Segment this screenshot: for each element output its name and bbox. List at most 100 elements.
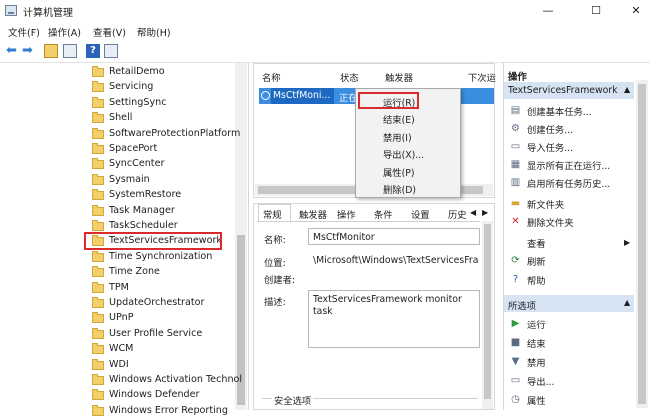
tree-item[interactable]: SyncCenter bbox=[92, 157, 242, 172]
tab-history[interactable]: 历史 bbox=[448, 207, 467, 221]
tab-scroll-right-icon[interactable]: ▶ bbox=[482, 208, 488, 217]
menu-help[interactable]: 帮助(H) bbox=[137, 25, 171, 39]
column-header-status[interactable]: 状态 bbox=[340, 70, 359, 84]
folder-icon bbox=[92, 312, 104, 324]
folder-icon bbox=[92, 189, 104, 201]
context-menu-item[interactable]: 结束(E) bbox=[383, 112, 415, 126]
action-item[interactable]: 创建任务... bbox=[527, 122, 573, 136]
tree-item[interactable]: WCM bbox=[92, 342, 242, 357]
tree-item-label: TPM bbox=[109, 281, 129, 293]
column-header-next-run[interactable]: 下次运 bbox=[468, 70, 496, 84]
folder-icon bbox=[92, 158, 104, 170]
tree-item[interactable]: RetailDemo bbox=[92, 65, 242, 80]
menu-file[interactable]: 文件(F) bbox=[8, 25, 40, 39]
help-icon: ? bbox=[512, 274, 519, 285]
tab-general[interactable]: 常规 bbox=[263, 207, 282, 221]
selected-action-item[interactable]: 属性 bbox=[527, 393, 546, 407]
maximize-button[interactable]: ☐ bbox=[584, 2, 608, 19]
tree-item[interactable]: Sysmain bbox=[92, 173, 242, 188]
tree-item[interactable]: SettingSync bbox=[92, 96, 242, 111]
selected-action-item[interactable]: 结束 bbox=[527, 336, 546, 350]
description-field[interactable]: TextServicesFramework monitor task bbox=[308, 290, 480, 348]
collapse-section-icon[interactable]: ▲ bbox=[624, 85, 630, 94]
tab-actions[interactable]: 操作 bbox=[337, 207, 356, 221]
selected-action-item[interactable]: 导出... bbox=[527, 374, 554, 388]
folder-icon bbox=[92, 66, 104, 77]
folder-icon bbox=[92, 112, 104, 124]
tree-item[interactable]: Windows Defender bbox=[92, 388, 242, 403]
export-icon: ▭ bbox=[510, 375, 521, 386]
details-scroll-thumb[interactable] bbox=[484, 224, 491, 399]
column-header-trigger[interactable]: 触发器 bbox=[385, 70, 413, 84]
show-hide-tree-icon[interactable] bbox=[63, 44, 77, 58]
tree-item[interactable]: Windows Activation Technol bbox=[92, 373, 242, 388]
action-item[interactable]: 新文件夹 bbox=[527, 197, 564, 211]
author-label: 创建者: bbox=[264, 275, 296, 286]
import-icon: ▭ bbox=[510, 141, 521, 152]
action-item[interactable]: 删除文件夹 bbox=[527, 215, 574, 229]
folder-icon bbox=[92, 358, 104, 370]
folder-icon: ▬ bbox=[510, 198, 521, 209]
help-icon[interactable]: ? bbox=[86, 44, 100, 58]
tree-item-label: Time Synchronization bbox=[109, 250, 213, 262]
tree-item[interactable]: Time Synchronization bbox=[92, 250, 242, 265]
security-options-label: 安全选项 bbox=[272, 393, 314, 407]
menu-action[interactable]: 操作(A) bbox=[48, 25, 81, 39]
tree-item-label: Servicing bbox=[109, 81, 154, 93]
column-header-name[interactable]: 名称 bbox=[262, 70, 281, 84]
tree-item[interactable]: TPM bbox=[92, 281, 242, 296]
running-icon: ▦ bbox=[510, 159, 521, 170]
action-item[interactable]: 创建基本任务... bbox=[527, 104, 592, 118]
context-menu-item[interactable]: 删除(D) bbox=[383, 182, 416, 196]
tab-settings[interactable]: 设置 bbox=[411, 207, 430, 221]
back-arrow-icon[interactable]: ⬅ bbox=[6, 44, 20, 58]
collapse-selected-icon[interactable]: ▲ bbox=[624, 298, 630, 307]
tree-item[interactable]: WDI bbox=[92, 358, 242, 373]
description-label: 描述: bbox=[264, 297, 286, 308]
tree-item[interactable]: Time Zone bbox=[92, 265, 242, 280]
action-item[interactable]: 导入任务... bbox=[527, 140, 573, 154]
tab-scroll-left-icon[interactable]: ◀ bbox=[470, 208, 476, 217]
context-menu-item[interactable]: 属性(P) bbox=[383, 165, 414, 179]
actions-section-folder-title: TextServicesFramework bbox=[508, 85, 618, 96]
tree-item[interactable]: Task Manager bbox=[92, 204, 242, 219]
context-menu-item[interactable]: 导出(X)... bbox=[383, 147, 424, 161]
history-icon: ▥ bbox=[510, 177, 521, 188]
actions-scroll-thumb[interactable] bbox=[638, 84, 646, 404]
up-folder-icon[interactable] bbox=[44, 44, 58, 58]
tree-item[interactable]: UPnP bbox=[92, 311, 242, 326]
tree-item-label: Windows Activation Technol bbox=[109, 374, 243, 385]
name-field[interactable]: MsCtfMonitor bbox=[308, 228, 480, 245]
selected-action-item[interactable]: 运行 bbox=[527, 317, 546, 331]
action-item[interactable]: 启用所有任务历史... bbox=[527, 176, 610, 190]
tree-item-label: Shell bbox=[109, 112, 133, 124]
context-menu-item[interactable]: 禁用(I) bbox=[383, 130, 412, 144]
tree-item-label: Time Zone bbox=[109, 266, 160, 278]
tree-item-label: UPnP bbox=[109, 312, 134, 324]
tree-item[interactable]: UpdateOrchestrator bbox=[92, 296, 242, 311]
action-item[interactable]: 查看 bbox=[527, 236, 546, 250]
refresh-icon: ⟳ bbox=[511, 255, 520, 266]
forward-arrow-icon[interactable]: ➡ bbox=[22, 44, 36, 58]
action-item[interactable]: 帮助 bbox=[527, 273, 546, 287]
tree-item[interactable]: User Profile Service bbox=[92, 327, 242, 342]
tab-triggers[interactable]: 触发器 bbox=[299, 207, 327, 221]
tree-item[interactable]: SpacePort bbox=[92, 142, 242, 157]
tree-item-label: SystemRestore bbox=[109, 189, 182, 201]
menu-view[interactable]: 查看(V) bbox=[93, 25, 126, 39]
tab-divider bbox=[257, 221, 480, 222]
action-item[interactable]: 刷新 bbox=[527, 254, 546, 268]
tree-item[interactable]: SystemRestore bbox=[92, 188, 242, 203]
tree-item[interactable]: Shell bbox=[92, 111, 242, 126]
selected-action-item[interactable]: 禁用 bbox=[527, 355, 546, 369]
folder-icon bbox=[92, 204, 104, 216]
action-item[interactable]: 显示所有正在运行... bbox=[527, 158, 610, 172]
close-button[interactable]: ✕ bbox=[624, 2, 648, 19]
tree-item[interactable]: SoftwareProtectionPlatform bbox=[92, 127, 242, 142]
minimize-button[interactable]: — bbox=[536, 2, 560, 19]
tree-item[interactable]: Servicing bbox=[92, 80, 242, 95]
tab-conditions[interactable]: 条件 bbox=[374, 207, 393, 221]
tree-item-label: TaskScheduler bbox=[109, 220, 178, 231]
action-pane-icon[interactable] bbox=[104, 44, 118, 58]
tree-item[interactable]: Windows Error Reporting bbox=[92, 404, 242, 419]
